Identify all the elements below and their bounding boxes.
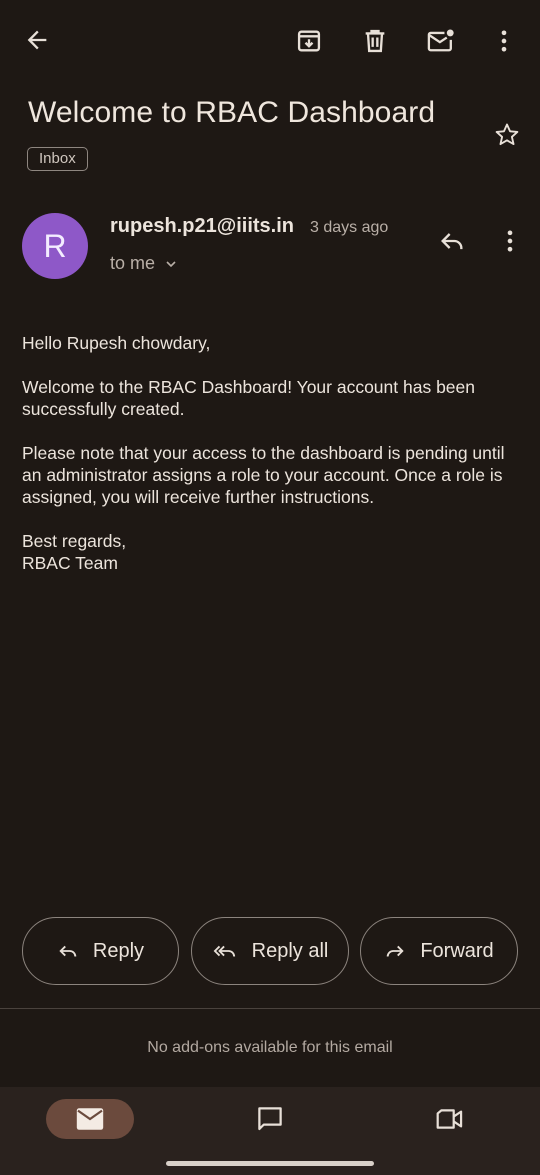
star-icon bbox=[495, 123, 519, 146]
archive-button[interactable] bbox=[289, 21, 329, 61]
delete-button[interactable] bbox=[355, 21, 395, 61]
more-options-button[interactable] bbox=[484, 21, 524, 61]
email-body: Hello Rupesh chowdary, Welcome to the RB… bbox=[22, 332, 522, 574]
star-button[interactable] bbox=[487, 115, 527, 155]
email-subject: Welcome to RBAC Dashboard bbox=[28, 96, 436, 129]
more-vert-icon bbox=[507, 230, 513, 252]
body-paragraph: Please note that your access to the dash… bbox=[22, 443, 505, 507]
signoff-line: Best regards, bbox=[22, 531, 127, 551]
nav-meet-tab[interactable] bbox=[430, 1099, 470, 1139]
back-arrow-icon bbox=[27, 30, 47, 50]
sender-email[interactable]: rupesh.p21@iiits.in bbox=[110, 215, 294, 238]
mark-unread-button[interactable] bbox=[421, 21, 461, 61]
greeting-line: Hello Rupesh chowdary, bbox=[22, 333, 211, 353]
reply-all-icon bbox=[213, 945, 235, 957]
reply-all-button-label: Reply all bbox=[251, 939, 329, 962]
forward-button-label: Forward bbox=[420, 939, 494, 962]
delete-icon bbox=[365, 29, 385, 53]
home-indicator[interactable] bbox=[166, 1161, 374, 1166]
reply-all-button[interactable]: Reply all bbox=[191, 917, 349, 985]
more-vert-icon bbox=[501, 30, 507, 52]
reply-button[interactable]: Reply bbox=[22, 917, 179, 985]
back-button[interactable] bbox=[17, 20, 57, 60]
archive-icon bbox=[297, 30, 321, 52]
nav-chat-tab[interactable] bbox=[250, 1099, 290, 1139]
addons-note: No add-ons available for this email bbox=[147, 1039, 393, 1056]
chevron-down-icon bbox=[166, 260, 176, 267]
inbox-label-badge[interactable]: Inbox bbox=[27, 147, 88, 171]
forward-icon bbox=[387, 945, 404, 957]
signature-line: RBAC Team bbox=[22, 553, 118, 573]
mail-icon bbox=[76, 1108, 104, 1130]
message-more-options-button[interactable] bbox=[490, 221, 530, 261]
email-timestamp: 3 days ago bbox=[310, 219, 389, 236]
reply-icon bbox=[59, 945, 77, 957]
reply-button-label: Reply bbox=[92, 939, 145, 962]
recipient-details-toggle[interactable]: to me bbox=[110, 253, 179, 274]
reply-icon-button[interactable] bbox=[432, 221, 472, 261]
reply-icon bbox=[441, 233, 463, 250]
recipient-line: to me bbox=[110, 253, 156, 273]
chat-icon bbox=[258, 1107, 282, 1131]
divider bbox=[0, 1008, 540, 1009]
meet-icon bbox=[436, 1109, 463, 1129]
sender-avatar[interactable]: R bbox=[22, 213, 88, 279]
body-paragraph: Welcome to the RBAC Dashboard! Your acco… bbox=[22, 377, 476, 419]
mark-unread-icon bbox=[427, 29, 454, 52]
nav-mail-tab[interactable] bbox=[46, 1099, 134, 1139]
forward-button[interactable]: Forward bbox=[360, 917, 518, 985]
